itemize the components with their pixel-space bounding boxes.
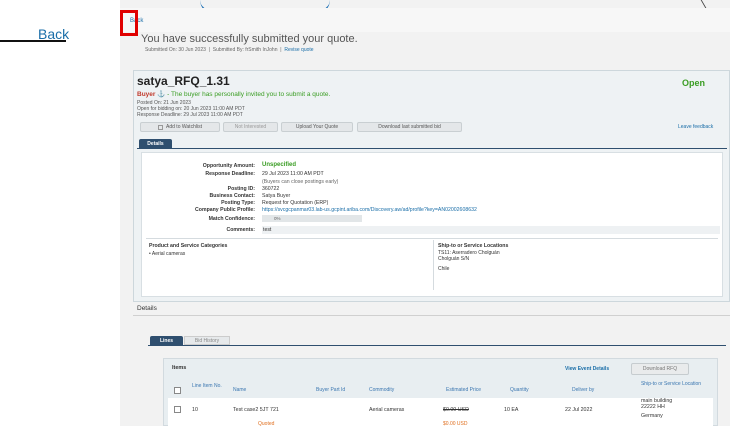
- business-contact-label: Business Contact:: [209, 193, 255, 199]
- ship-to-line: Chile: [438, 266, 450, 272]
- leave-feedback-link[interactable]: Leave feedback: [678, 124, 713, 130]
- row-price: $0.00 USD: [443, 407, 469, 413]
- section-divider: [146, 238, 718, 239]
- col-header-deliver-by[interactable]: Deliver by: [572, 387, 594, 394]
- submitted-title: You have successfully submitted your quo…: [141, 33, 358, 45]
- select-all-checkbox[interactable]: [174, 387, 181, 394]
- buyer-label: Buyer: [137, 91, 156, 98]
- posting-type-label: Posting Type:: [221, 200, 255, 206]
- col-header-line-no: Line Item No.: [192, 383, 222, 389]
- row-deliver-by: 22 Jul 2022: [565, 407, 593, 413]
- category-item: • Aerial cameras: [149, 251, 186, 257]
- business-contact-value: Satya Buyer: [262, 193, 291, 199]
- top-bar: [120, 8, 730, 32]
- tab-lines[interactable]: Lines: [150, 336, 183, 345]
- view-event-details-link[interactable]: View Event Details: [565, 366, 609, 372]
- column-divider: [433, 240, 434, 290]
- submitted-on: Submitted On: 30 Jun 2023: [145, 47, 206, 53]
- tab-bid-history[interactable]: Bid History: [184, 336, 230, 345]
- watchlist-icon: [158, 124, 164, 130]
- match-confidence-bar: 0%: [262, 215, 362, 222]
- handshake-icon: ⚓: [157, 91, 166, 98]
- col-header-name[interactable]: Name: [233, 387, 246, 394]
- response-deadline-note: (Buyers can close postings early): [262, 179, 339, 185]
- details-section-label: Details: [137, 305, 157, 312]
- upload-quote-button[interactable]: Upload Your Quote: [281, 122, 353, 132]
- details-rule: [133, 315, 730, 316]
- highlight-box: [120, 10, 138, 36]
- match-confidence-label: Match Confidence:: [208, 216, 255, 222]
- download-bid-button[interactable]: Download last submitted bid: [357, 122, 462, 132]
- submitted-by: Submitted By: frSmith InJohn: [212, 47, 278, 53]
- row-quantity: 10 EA: [504, 407, 519, 413]
- row-ship-to: main building 22222 HH Germany: [641, 398, 672, 420]
- add-watchlist-label: Add to Watchlist: [166, 124, 202, 130]
- opportunity-amount: Unspecified: [262, 162, 297, 168]
- col-header-ship-to[interactable]: Ship-to or Service Location: [636, 381, 706, 388]
- row-line-no: 10: [192, 407, 198, 413]
- row-quoted-label: Quoted: [258, 421, 275, 427]
- col-header-commodity[interactable]: Commodity: [369, 387, 394, 394]
- items-title: Items: [172, 365, 187, 371]
- response-deadline: Response Deadline: 29 Jul 2023 11:00 AM …: [137, 112, 243, 118]
- col-header-price[interactable]: Estimated Price: [446, 387, 481, 394]
- col-header-buyer-part[interactable]: Buyer Part Id: [316, 387, 345, 394]
- category-item-label: Aerial cameras: [151, 251, 186, 257]
- response-deadline-value: 29 Jul 2023 11:00 AM PDT: [262, 171, 324, 177]
- row-quoted-price: $0.00 USD: [443, 421, 468, 427]
- tab-underline: [137, 148, 727, 149]
- comments-field: [262, 226, 720, 234]
- row-commodity: Aerial cameras: [369, 407, 405, 413]
- buyer-message: - The buyer has personally invited you t…: [167, 91, 331, 98]
- tab-details[interactable]: Details: [139, 139, 172, 148]
- rfq-title: satya_RFQ_1.31: [137, 74, 230, 88]
- row-name: Test case2 5JT 721: [233, 407, 279, 413]
- ship-to-heading: Ship-to or Service Locations: [438, 243, 509, 249]
- divider-line: [0, 40, 66, 42]
- public-profile-link[interactable]: https://svcgcpanmar03.lab-us.gcpint.arib…: [262, 207, 477, 213]
- ship-to-address: TS11: Aserradero Cholguán Cholguán S/N C…: [438, 250, 500, 273]
- posting-dates: Posted On: 21 Jun 2023 Open for bidding …: [137, 100, 245, 118]
- not-interested-button[interactable]: Not Interested: [223, 122, 278, 132]
- comments-label: Comments:: [226, 227, 255, 233]
- row-ship-to-line: Germany: [641, 413, 663, 419]
- status-badge: Open: [682, 78, 706, 88]
- posting-id-value: 360722: [262, 186, 280, 192]
- row-checkbox[interactable]: [174, 406, 181, 413]
- comments-value: test: [263, 227, 272, 233]
- response-deadline-label: Response Deadline:: [205, 171, 255, 177]
- buyer-invite-line: Buyer ⚓ - The buyer has personally invit…: [137, 90, 330, 98]
- categories-heading: Product and Service Categories: [149, 243, 228, 249]
- posting-type-value: Request for Quotation (ERP): [262, 200, 329, 206]
- posting-id-label: Posting ID:: [227, 186, 255, 192]
- public-profile-label: Company Public Profile:: [195, 207, 255, 213]
- download-rfq-button[interactable]: Download RFQ: [631, 363, 689, 375]
- revise-quote-link[interactable]: Revise quote: [284, 47, 313, 53]
- submitted-meta: Submitted On: 30 Jun 2023 | Submitted By…: [145, 47, 314, 53]
- col-header-quantity[interactable]: Quantity: [510, 387, 529, 394]
- opportunity-amount-label: Opportunity Amount:: [202, 163, 255, 169]
- add-watchlist-button[interactable]: Add to Watchlist: [140, 122, 220, 132]
- lines-underline: [148, 345, 726, 346]
